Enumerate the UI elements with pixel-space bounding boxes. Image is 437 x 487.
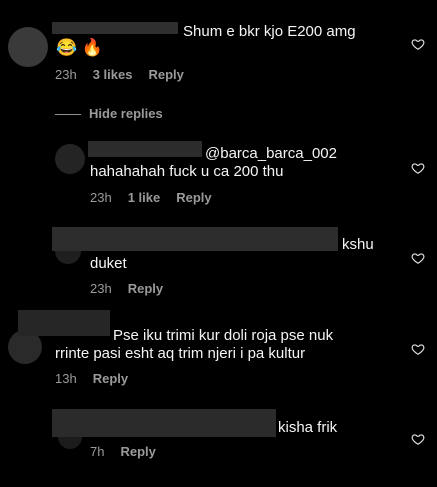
comment-text: hahahahah fuck u ca 200 thu — [90, 163, 284, 180]
heart-icon[interactable] — [411, 161, 425, 175]
avatar[interactable] — [55, 144, 85, 174]
comment-meta: 23h Reply — [90, 281, 179, 296]
hide-replies-line — [55, 114, 81, 115]
comment-text-line2: rrinte pasi esht aq trim njeri i pa kult… — [55, 345, 306, 362]
likes-count[interactable]: 3 likes — [93, 67, 133, 82]
comment-time: 23h — [55, 67, 77, 82]
reply-button[interactable]: Reply — [93, 371, 128, 386]
heart-icon[interactable] — [411, 251, 425, 265]
redacted-username — [88, 141, 202, 157]
redacted-username — [52, 22, 178, 34]
comment-text-line1: Pse iku trimi kur doli roja pse nuk — [113, 327, 334, 344]
comment-emoji: 😂 🔥 — [56, 38, 104, 57]
comment-text: kisha frik — [278, 419, 338, 436]
comment-meta: 23h 3 likes Reply — [55, 67, 200, 82]
comment-text: Shum e bkr kjo E200 amg — [183, 23, 356, 40]
comment-meta: 13h Reply — [55, 371, 144, 386]
reply-button[interactable]: Reply — [120, 444, 155, 459]
reply-button[interactable]: Reply — [148, 67, 183, 82]
reply-button[interactable]: Reply — [176, 190, 211, 205]
redacted-username — [52, 227, 338, 251]
heart-icon[interactable] — [411, 432, 425, 446]
reply-button[interactable]: Reply — [128, 281, 163, 296]
hide-replies-button[interactable]: Hide replies — [89, 106, 163, 121]
mention[interactable]: @barca_barca_002 — [205, 144, 337, 164]
redacted-username — [18, 310, 110, 336]
comment-time: 23h — [90, 281, 112, 296]
comment-meta: 7h Reply — [90, 444, 172, 459]
comment-time: 13h — [55, 371, 77, 386]
heart-icon[interactable] — [411, 37, 425, 51]
redacted-username — [52, 409, 276, 437]
likes-count[interactable]: 1 like — [128, 190, 161, 205]
comment-time: 23h — [90, 190, 112, 205]
comment-text-line2: duket — [90, 255, 127, 272]
comment-text-line1: kshu — [342, 236, 374, 253]
heart-icon[interactable] — [411, 342, 425, 356]
avatar[interactable] — [8, 27, 48, 67]
comment-meta: 23h 1 like Reply — [90, 190, 228, 205]
comment-time: 7h — [90, 444, 105, 459]
